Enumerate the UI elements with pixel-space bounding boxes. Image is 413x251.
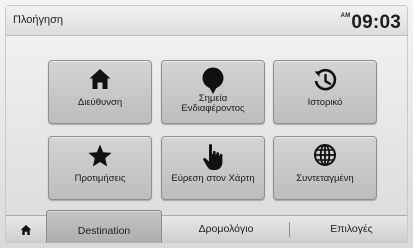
clock-time: 09:03	[351, 12, 401, 33]
bottom-tab-bar: Destination Δρομολόγιο Επιλογές	[6, 210, 407, 243]
points-of-interest-label: Σημεία Ενδιαφέροντος	[164, 94, 262, 114]
favourites-button[interactable]: Προτιμήσεις	[48, 136, 152, 200]
pointing-hand-icon	[162, 143, 264, 170]
tab-options[interactable]: Επιλογές	[296, 216, 407, 243]
star-icon	[49, 143, 151, 169]
clock: AM09:03	[341, 12, 401, 34]
header-bar: Πλοήγηση AM09:03	[6, 6, 407, 36]
favourites-label: Προτιμήσεις	[74, 173, 126, 184]
screen-frame	[5, 5, 408, 243]
tab-divider	[289, 222, 290, 237]
coordinates-button[interactable]: Συντεταγμένη	[273, 136, 377, 200]
home-icon	[20, 225, 32, 235]
navigation-screen: Πλοήγηση AM09:03 Διεύθυνση Σημεία Ενδιαφ…	[0, 0, 413, 248]
poi-pin-icon	[162, 67, 264, 94]
globe-icon	[274, 143, 376, 169]
find-on-map-label: Εύρεση στον Χάρτη	[171, 173, 255, 184]
tab-destination[interactable]: Destination	[46, 210, 162, 243]
points-of-interest-button[interactable]: Σημεία Ενδιαφέροντος	[161, 60, 265, 124]
history-label: Ιστορικό	[307, 97, 343, 108]
history-icon	[274, 67, 376, 93]
find-on-map-button[interactable]: Εύρεση στον Χάρτη	[161, 136, 265, 200]
history-button[interactable]: Ιστορικό	[273, 60, 377, 124]
address-label: Διεύθυνση	[77, 97, 123, 108]
coordinates-label: Συντεταγμένη	[296, 173, 354, 184]
page-title: Πλοήγηση	[13, 14, 64, 26]
poi-label-line2: Ενδιαφέροντος	[181, 103, 245, 114]
tab-route[interactable]: Δρομολόγιο	[166, 216, 286, 243]
home-icon	[49, 67, 151, 93]
address-button[interactable]: Διεύθυνση	[48, 60, 152, 124]
clock-ampm: AM	[340, 13, 351, 19]
tab-home[interactable]	[6, 216, 46, 243]
